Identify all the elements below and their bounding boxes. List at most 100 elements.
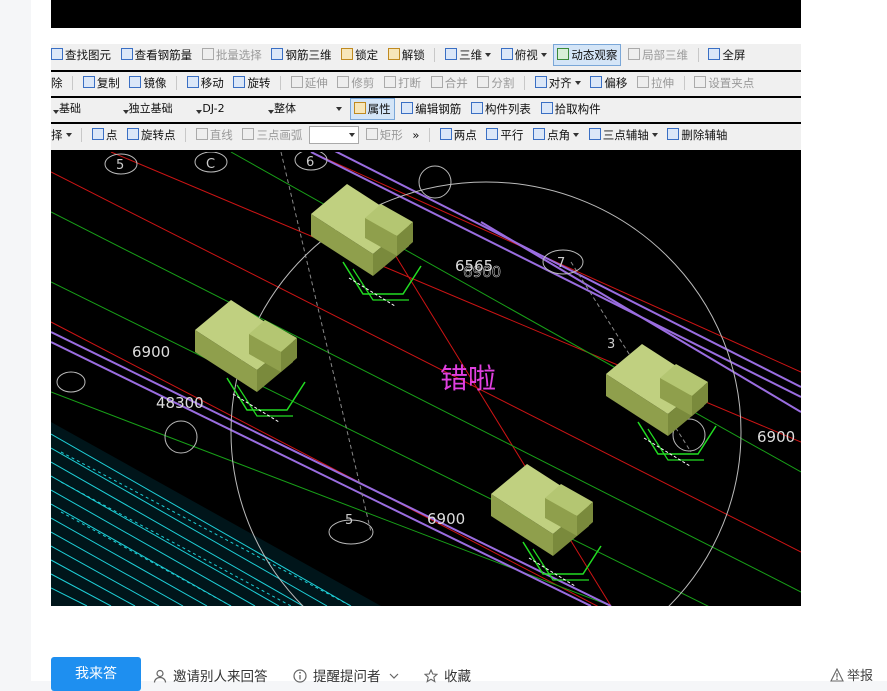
warning-icon (830, 667, 844, 682)
top-view-icon (500, 48, 513, 60)
axis-label: C (206, 157, 215, 172)
component-name-combo[interactable]: DJ-2 (194, 101, 262, 117)
chevron-down-icon (267, 110, 274, 114)
unlock-button[interactable]: 解锁 (385, 44, 428, 66)
chevron-down-icon (335, 107, 342, 111)
chevron-down-icon (196, 110, 203, 114)
edit-rebar-icon (401, 102, 414, 114)
separator (280, 76, 282, 90)
offset-button[interactable]: 偏移 (587, 72, 630, 94)
chevron-down-icon (485, 53, 492, 57)
point-button[interactable]: 点 (89, 124, 121, 146)
dimension-label: 6900 (463, 263, 501, 281)
set-grip-button[interactable]: 设置夹点 (691, 72, 757, 94)
stretch-button[interactable]: 拉伸 (634, 72, 677, 94)
draw-mode-combo[interactable] (309, 126, 360, 144)
rect-icon (365, 128, 378, 140)
line-button[interactable]: 直线 (193, 124, 236, 146)
lock-icon (341, 48, 354, 60)
delete-axis-icon (667, 128, 680, 140)
trim-icon (337, 76, 350, 88)
rotate-point-button[interactable]: 旋转点 (124, 124, 179, 146)
dimension-label: 6900 (757, 428, 795, 446)
chevron-down-icon (574, 81, 581, 85)
separator (683, 76, 685, 90)
move-button[interactable]: 移动 (184, 72, 227, 94)
parallel-icon (486, 128, 499, 140)
more-button[interactable]: » (409, 124, 422, 146)
view-top-dropdown[interactable]: 俯视 (498, 44, 550, 66)
favorite-button[interactable]: 收藏 (424, 665, 471, 685)
separator (185, 128, 187, 142)
separator (72, 76, 74, 90)
rebar-3d-button[interactable]: 钢筋三维 (268, 44, 334, 66)
extend-icon (290, 76, 303, 88)
merge-icon (430, 76, 443, 88)
screenshot-image: 查找图元 查看钢筋量 批量选择 钢筋三维 锁定 解锁 三维 俯视 动态观察 局部… (51, 44, 801, 606)
chevron-down-icon (53, 110, 59, 114)
orbit-icon (557, 48, 570, 60)
remind-asker-dropdown[interactable]: 提醒提问者 (293, 665, 399, 685)
axis-label: 6 (306, 155, 314, 170)
partial-3d-button[interactable]: 局部三维 (625, 44, 691, 66)
axis-icon (588, 128, 601, 140)
copy-button[interactable]: 复制 (80, 72, 123, 94)
component-type-combo[interactable]: 独立基础 (121, 101, 191, 117)
dynamic-observe-button[interactable]: 动态观察 (553, 44, 622, 66)
split-button[interactable]: 分割 (474, 72, 517, 94)
dimension-label: 6900 (132, 343, 170, 361)
rect-button[interactable]: 矩形 (363, 124, 406, 146)
report-link[interactable]: 举报 (830, 665, 873, 684)
select-dropdown[interactable]: 择 (51, 124, 75, 146)
pick-component-button[interactable]: 拾取构件 (538, 98, 604, 120)
point-icon (91, 128, 104, 140)
parallel-axis-button[interactable]: 平行 (483, 124, 526, 146)
mirror-button[interactable]: 镜像 (126, 72, 169, 94)
dimension-label: 6900 (427, 510, 465, 528)
edit-rebar-button[interactable]: 编辑钢筋 (398, 98, 464, 120)
point-angle-dropdown[interactable]: 点角 (530, 124, 582, 146)
invite-answer-link[interactable]: 邀请别人来回答 (153, 665, 268, 685)
scope-combo[interactable]: 整体 (266, 101, 346, 117)
point-angle-icon (533, 128, 546, 140)
find-element-button[interactable]: 查找图元 (51, 44, 114, 66)
break-button[interactable]: 打断 (381, 72, 424, 94)
toolbar-row-4: 择 点 旋转点 直线 三点画弧 矩形 » 两点 平行 点角 三点辅轴 删除辅轴 (51, 124, 801, 150)
extend-button[interactable]: 延伸 (288, 72, 331, 94)
answer-button[interactable]: 我来答 (51, 657, 141, 691)
axis-label: 7 (557, 256, 565, 271)
stretch-icon (637, 76, 649, 88)
two-point-axis-button[interactable]: 两点 (437, 124, 480, 146)
previous-image-fragment (51, 0, 801, 28)
chevron-down-icon (540, 53, 547, 57)
chevron-down-icon (389, 673, 399, 679)
view-rebar-button[interactable]: 查看钢筋量 (118, 44, 196, 66)
annotation-text: 错啦 (440, 362, 496, 395)
fullscreen-button[interactable]: 全屏 (705, 44, 748, 66)
component-list-button[interactable]: 构件列表 (468, 98, 534, 120)
dimension-label: 48300 (156, 394, 204, 412)
eyedropper-icon (540, 102, 553, 114)
fullscreen-icon (708, 48, 721, 60)
arc-icon (242, 128, 255, 140)
rotate-button[interactable]: 旋转 (230, 72, 273, 94)
delete-button[interactable]: 除 (51, 72, 66, 94)
mirror-icon (129, 76, 142, 88)
list-icon (470, 102, 483, 114)
cube-icon (445, 48, 458, 60)
properties-button[interactable]: 属性 (349, 98, 395, 120)
three-point-axis-dropdown[interactable]: 三点辅轴 (586, 124, 661, 146)
trim-button[interactable]: 修剪 (334, 72, 377, 94)
unlock-icon (387, 48, 400, 60)
batch-select-button[interactable]: 批量选择 (199, 44, 265, 66)
axis-label: 5 (116, 158, 124, 173)
lock-button[interactable]: 锁定 (338, 44, 381, 66)
arc-3point-button[interactable]: 三点画弧 (239, 124, 305, 146)
3d-viewport[interactable]: 6900 6565 6900 6900 6900 48300 5 C 6 7 3… (51, 152, 801, 606)
delete-axis-button[interactable]: 删除辅轴 (664, 124, 730, 146)
copy-icon (82, 76, 95, 88)
align-dropdown[interactable]: 对齐 (532, 72, 584, 94)
view-3d-dropdown[interactable]: 三维 (442, 44, 494, 66)
layer-type-combo[interactable]: 基础 (51, 101, 117, 117)
merge-button[interactable]: 合并 (428, 72, 471, 94)
